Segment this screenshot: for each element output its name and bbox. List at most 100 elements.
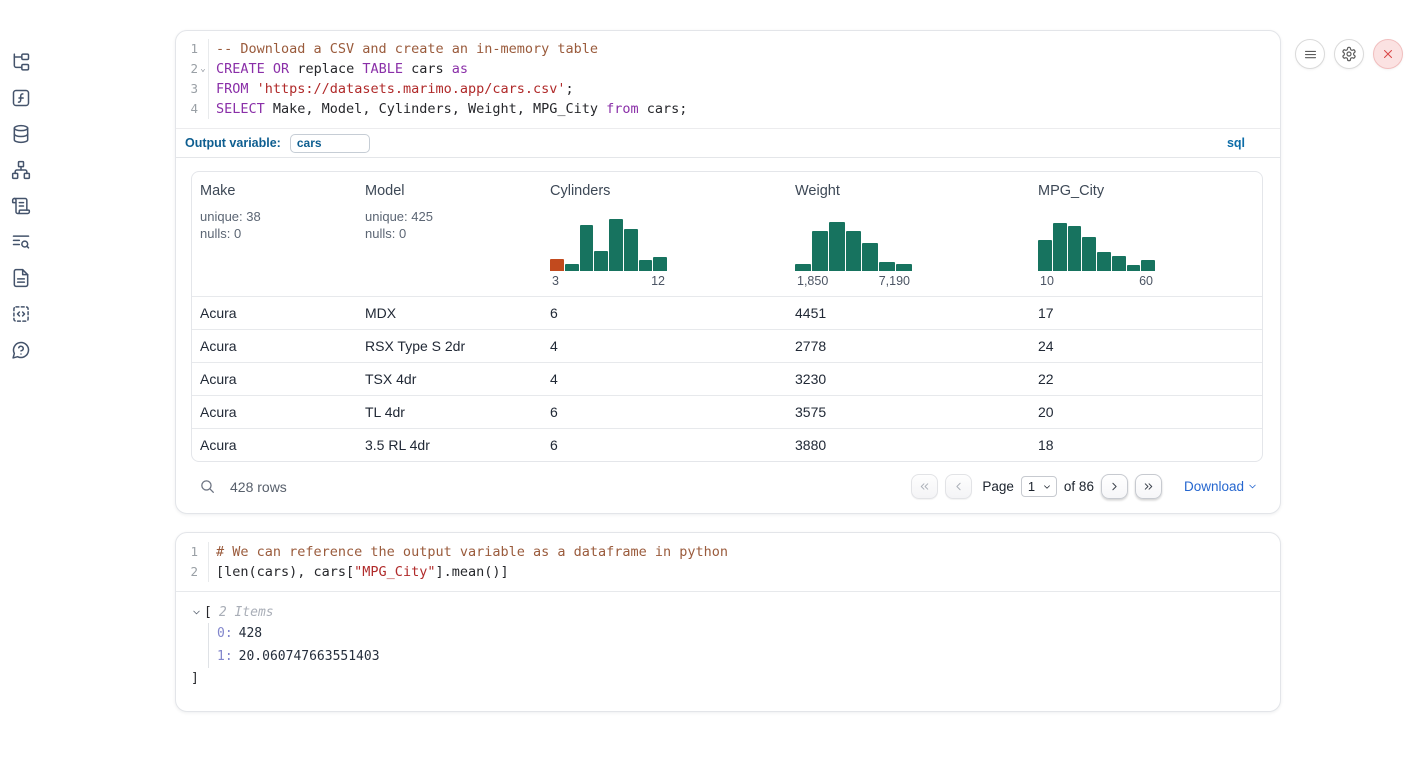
document-icon[interactable] (11, 268, 31, 288)
table-cell: 6 (542, 404, 787, 420)
output-variable-input[interactable] (290, 134, 370, 153)
fold-gutter (198, 562, 209, 582)
histogram-bars (1038, 219, 1155, 271)
histogram-bar (580, 225, 594, 271)
last-page-button[interactable] (1135, 474, 1162, 499)
python-cell-card: 1# We can reference the output variable … (175, 532, 1281, 712)
fold-gutter (198, 79, 209, 99)
next-page-button[interactable] (1101, 474, 1128, 499)
histogram-bar (550, 259, 564, 271)
language-badge: sql (1227, 136, 1245, 150)
histogram-bar (624, 229, 638, 271)
code-line: 4SELECT Make, Model, Cylinders, Weight, … (176, 99, 1280, 119)
line-number: 3 (176, 79, 198, 99)
histogram-bar (639, 260, 653, 271)
items-count-label: 2 Items (219, 605, 274, 620)
table-cell: Acura (192, 371, 357, 387)
column-header-make[interactable]: Makeunique: 38nulls: 0 (192, 172, 357, 296)
histogram-bar (879, 262, 895, 271)
table-cell: 24 (1030, 338, 1262, 354)
tree-head: [ 2 Items (191, 605, 1280, 620)
page-label: Page (982, 479, 1014, 494)
menu-button[interactable] (1295, 39, 1325, 69)
first-page-icon (918, 480, 931, 493)
dependency-graph-icon[interactable] (11, 160, 31, 180)
download-label: Download (1184, 479, 1244, 494)
table-cell: 4 (542, 338, 787, 354)
function-icon[interactable] (11, 88, 31, 108)
snippets-icon[interactable] (11, 304, 31, 324)
line-number: 1 (176, 39, 198, 59)
line-number: 4 (176, 99, 198, 119)
column-header-model[interactable]: Modelunique: 425nulls: 0 (357, 172, 542, 296)
python-code-editor[interactable]: 1# We can reference the output variable … (176, 533, 1280, 592)
histogram-bar (1038, 240, 1052, 271)
column-stats: unique: 38nulls: 0 (200, 208, 349, 242)
output-variable-row: Output variable: sql (176, 128, 1280, 158)
page-select-value: 1 (1028, 479, 1035, 494)
table-row: AcuraRSX Type S 2dr4277824 (192, 329, 1262, 362)
line-number: 2 (176, 59, 198, 79)
code-line: 1# We can reference the output variable … (176, 542, 1280, 562)
histogram-bar (862, 243, 878, 271)
table-cell: 3575 (787, 404, 1030, 420)
table-footer: 428 rows Page 1 of 86 Download (199, 474, 1258, 499)
histogram-bar (1112, 256, 1126, 271)
log-search-icon[interactable] (11, 232, 31, 252)
column-header-weight[interactable]: Weight1,8507,190 (787, 172, 1030, 296)
database-icon[interactable] (11, 124, 31, 144)
output-variable-label: Output variable: (185, 136, 281, 150)
table-cell: RSX Type S 2dr (357, 338, 542, 354)
table-cell: TL 4dr (357, 404, 542, 420)
histogram-bar (1097, 252, 1111, 271)
table-cell: 2778 (787, 338, 1030, 354)
search-icon[interactable] (199, 478, 216, 495)
next-page-icon (1108, 480, 1121, 493)
table-cell: 6 (542, 305, 787, 321)
code-text: [len(cars), cars["MPG_City"].mean()] (209, 562, 509, 582)
table-cell: 20 (1030, 404, 1262, 420)
table-cell: 22 (1030, 371, 1262, 387)
page-total-label: of 86 (1064, 479, 1094, 494)
histogram-bars (550, 219, 667, 271)
histogram-bar (1068, 226, 1082, 271)
column-stats: unique: 425nulls: 0 (365, 208, 534, 242)
help-icon[interactable] (11, 340, 31, 360)
download-button[interactable]: Download (1184, 479, 1258, 494)
tree-body: 0:4281:20.060747663551403 (208, 623, 1280, 668)
histogram-axis-labels: 312 (550, 274, 667, 288)
line-number: 2 (176, 562, 198, 582)
histogram-bar (609, 219, 623, 271)
first-page-button[interactable] (911, 474, 938, 499)
sql-code-editor[interactable]: 1-- Download a CSV and create an in-memo… (176, 31, 1280, 128)
scroll-icon[interactable] (11, 196, 31, 216)
topbar-actions (1295, 39, 1403, 69)
column-header-cylinders[interactable]: Cylinders312 (542, 172, 787, 296)
settings-gear-icon (1341, 46, 1357, 62)
table-cell: 3.5 RL 4dr (357, 437, 542, 453)
histogram-bar (829, 222, 845, 271)
page-select[interactable]: 1 (1021, 476, 1057, 497)
table-header-row: Makeunique: 38nulls: 0Modelunique: 425nu… (192, 172, 1262, 296)
chevron-down-icon (1247, 481, 1258, 492)
table-cell: 17 (1030, 305, 1262, 321)
column-name: Weight (795, 183, 1022, 199)
histogram-bar (653, 257, 667, 271)
histogram-bar (896, 264, 912, 271)
prev-page-icon (952, 480, 965, 493)
table-cell: 3230 (787, 371, 1030, 387)
python-output: [ 2 Items 0:4281:20.060747663551403 ] (176, 592, 1280, 689)
settings-button[interactable] (1334, 39, 1364, 69)
fold-chevron-icon[interactable]: ⌄ (198, 59, 209, 79)
close-x-icon (1381, 47, 1395, 61)
code-text: CREATE OR replace TABLE cars as (209, 59, 468, 79)
collapse-chevron-icon[interactable] (191, 607, 202, 618)
file-tree-icon[interactable] (11, 52, 31, 72)
table-cell: 4451 (787, 305, 1030, 321)
tree-entry-index: 0: (217, 626, 233, 641)
column-header-mpg_city[interactable]: MPG_City1060 (1030, 172, 1262, 296)
close-button[interactable] (1373, 39, 1403, 69)
prev-page-button[interactable] (945, 474, 972, 499)
code-line: 1-- Download a CSV and create an in-memo… (176, 39, 1280, 59)
line-number: 1 (176, 542, 198, 562)
